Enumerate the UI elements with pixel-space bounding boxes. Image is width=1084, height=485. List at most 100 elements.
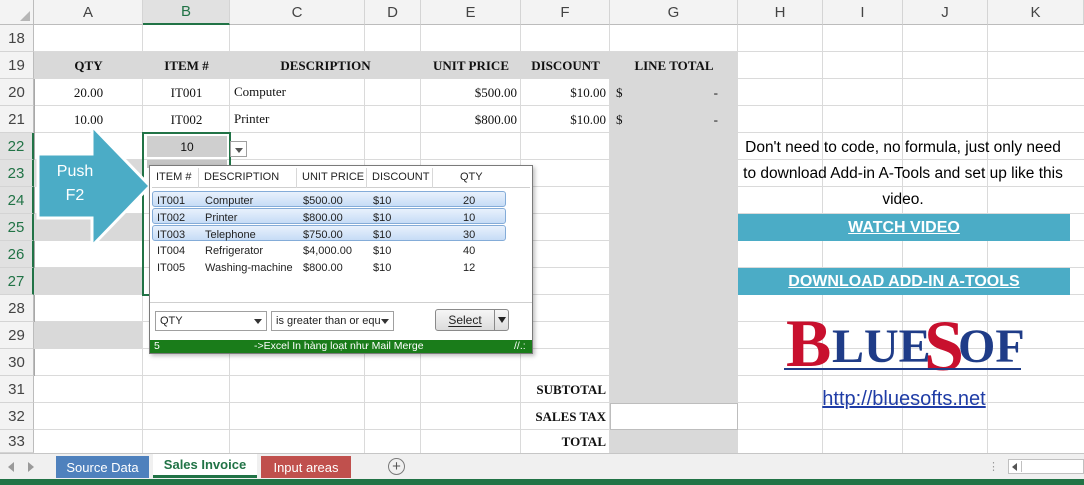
cell-item[interactable]: IT001: [143, 79, 230, 106]
picker-header-discount[interactable]: DISCOUNT: [372, 168, 429, 186]
status-text: ->Excel In hàng loạt như Mail Merge: [254, 340, 424, 352]
row-header-19[interactable]: 19: [0, 52, 34, 79]
scrollbar-thumb[interactable]: [1021, 461, 1081, 472]
picker-header-unit-price[interactable]: UNIT PRICE: [302, 168, 364, 186]
cell-discount[interactable]: $10.00: [521, 106, 610, 133]
column-header-k[interactable]: K: [988, 0, 1084, 25]
picker-description: Washing-machine: [205, 262, 293, 274]
picker-row[interactable]: IT002 Printer $800.00 $10 10: [152, 208, 506, 224]
scroll-left-icon[interactable]: [1012, 463, 1017, 471]
sales-tax-value-cell[interactable]: [610, 403, 738, 430]
divider: [296, 168, 297, 188]
sales-tax-label: SALES TAX: [535, 408, 606, 424]
cell-unit-price[interactable]: $800.00: [421, 106, 521, 133]
promo-text: Don't need to code, no formula, just onl…: [743, 139, 1063, 208]
row-header-26[interactable]: 26: [0, 241, 34, 268]
header-discount[interactable]: DISCOUNT: [521, 52, 610, 79]
divider: [366, 168, 367, 188]
row-header-32[interactable]: 32: [0, 403, 34, 430]
picker-unit-price: $800.00: [303, 262, 343, 274]
filter-operator-value: is greater than or equ: [276, 315, 381, 327]
status-bar: [0, 479, 1084, 485]
status-end: //.:: [514, 340, 526, 352]
currency-symbol: $: [616, 111, 623, 127]
filter-field-select[interactable]: QTY: [155, 311, 267, 331]
select-all-corner[interactable]: [0, 0, 34, 25]
scroll-right-icon[interactable]: [28, 462, 34, 472]
row-header-30[interactable]: 30: [0, 349, 34, 376]
column-header-f[interactable]: F: [521, 0, 610, 25]
cell-line-total[interactable]: $ -: [610, 79, 738, 106]
chevron-down-icon[interactable]: [498, 317, 506, 323]
watch-video-button[interactable]: WATCH VIDEO: [738, 214, 1070, 241]
bluesofts-link[interactable]: http://bluesofts.net: [738, 388, 1070, 411]
column-header-b[interactable]: B: [143, 0, 230, 25]
sheet-tab-source-data[interactable]: Source Data: [56, 456, 149, 478]
splitter-handle-icon[interactable]: ⋮: [988, 460, 999, 473]
line-total-value: -: [713, 111, 718, 127]
row-header-21[interactable]: 21: [0, 106, 34, 133]
column-header-h[interactable]: H: [738, 0, 823, 25]
row-header-27[interactable]: 27: [0, 268, 34, 295]
picker-header-description[interactable]: DESCRIPTION: [204, 168, 279, 186]
column-header-c[interactable]: C: [230, 0, 365, 25]
picker-row[interactable]: IT004 Refrigerator $4,000.00 $10 40: [152, 242, 506, 258]
cell-qty[interactable]: 20.00: [34, 79, 143, 106]
column-header-e[interactable]: E: [421, 0, 521, 25]
sheet-tab-sales-invoice[interactable]: Sales Invoice: [153, 454, 257, 478]
scroll-left-icon[interactable]: [8, 462, 14, 472]
row-header-20[interactable]: 20: [0, 79, 34, 106]
header-unit-price[interactable]: UNIT PRICE: [421, 52, 521, 79]
row-header-28[interactable]: 28: [0, 295, 34, 322]
sheet-tab-input-areas[interactable]: Input areas: [261, 456, 351, 478]
row-fill: [34, 322, 143, 349]
row-header-33[interactable]: 33: [0, 430, 34, 453]
bluesofts-logo: B LUE S OFTS: [784, 305, 1024, 382]
select-button[interactable]: Select: [435, 309, 509, 331]
status-count: 5: [154, 340, 160, 352]
row-header-18[interactable]: 18: [0, 25, 34, 52]
logo-letters-ofts: OFTS: [958, 320, 1024, 373]
picker-row[interactable]: IT001 Computer $500.00 $10 20: [152, 191, 506, 207]
cell-description[interactable]: Computer: [230, 79, 421, 104]
header-qty[interactable]: QTY: [34, 52, 143, 79]
active-cell-b22[interactable]: 10: [147, 136, 227, 157]
picker-row[interactable]: IT003 Telephone $750.00 $10 30: [152, 225, 506, 241]
row-header-29[interactable]: 29: [0, 322, 34, 349]
picker-status-bar: 5 ->Excel In hàng loạt như Mail Merge //…: [150, 340, 532, 353]
header-item[interactable]: ITEM #: [143, 52, 230, 79]
cell-discount[interactable]: $10.00: [521, 79, 610, 106]
column-header-j[interactable]: J: [903, 0, 988, 25]
filter-operator-select[interactable]: is greater than or equ: [271, 311, 394, 331]
currency-symbol: $: [616, 84, 623, 100]
row-header-23[interactable]: 23: [0, 160, 34, 187]
select-button-label: Select: [448, 313, 482, 327]
column-header-i[interactable]: I: [823, 0, 903, 25]
download-add-in-button[interactable]: DOWNLOAD ADD-IN A-TOOLS: [738, 268, 1070, 295]
header-line-total[interactable]: LINE TOTAL: [610, 52, 738, 79]
cell-description[interactable]: Printer: [230, 106, 421, 131]
picker-header-item[interactable]: ITEM #: [156, 168, 191, 186]
divider: [494, 310, 495, 330]
cell-dropdown-button[interactable]: [230, 141, 247, 157]
item-picker-popup[interactable]: ITEM # DESCRIPTION UNIT PRICE DISCOUNT Q…: [149, 165, 533, 354]
horizontal-scrollbar[interactable]: [1008, 459, 1084, 474]
divider: [150, 302, 532, 303]
picker-qty: 12: [463, 262, 476, 274]
column-header-g[interactable]: G: [610, 0, 738, 25]
row-header-31[interactable]: 31: [0, 376, 34, 403]
picker-header: ITEM # DESCRIPTION UNIT PRICE DISCOUNT Q…: [152, 168, 530, 188]
column-header-d[interactable]: D: [365, 0, 421, 25]
column-header-a[interactable]: A: [34, 0, 143, 25]
cell-item[interactable]: IT002: [143, 106, 230, 133]
picker-header-qty[interactable]: QTY: [460, 168, 483, 186]
row-header-24[interactable]: 24: [0, 187, 34, 214]
picker-row[interactable]: IT005 Washing-machine $800.00 $10 12: [152, 259, 506, 275]
row-header-22[interactable]: 22: [0, 133, 34, 160]
push-f2-callout: Push F2: [40, 160, 110, 208]
cell-line-total[interactable]: $ -: [610, 106, 738, 133]
row-header-25[interactable]: 25: [0, 214, 34, 241]
cell-unit-price[interactable]: $500.00: [421, 79, 521, 106]
header-description[interactable]: DESCRIPTION: [230, 52, 421, 79]
add-sheet-icon[interactable]: +: [388, 458, 405, 475]
